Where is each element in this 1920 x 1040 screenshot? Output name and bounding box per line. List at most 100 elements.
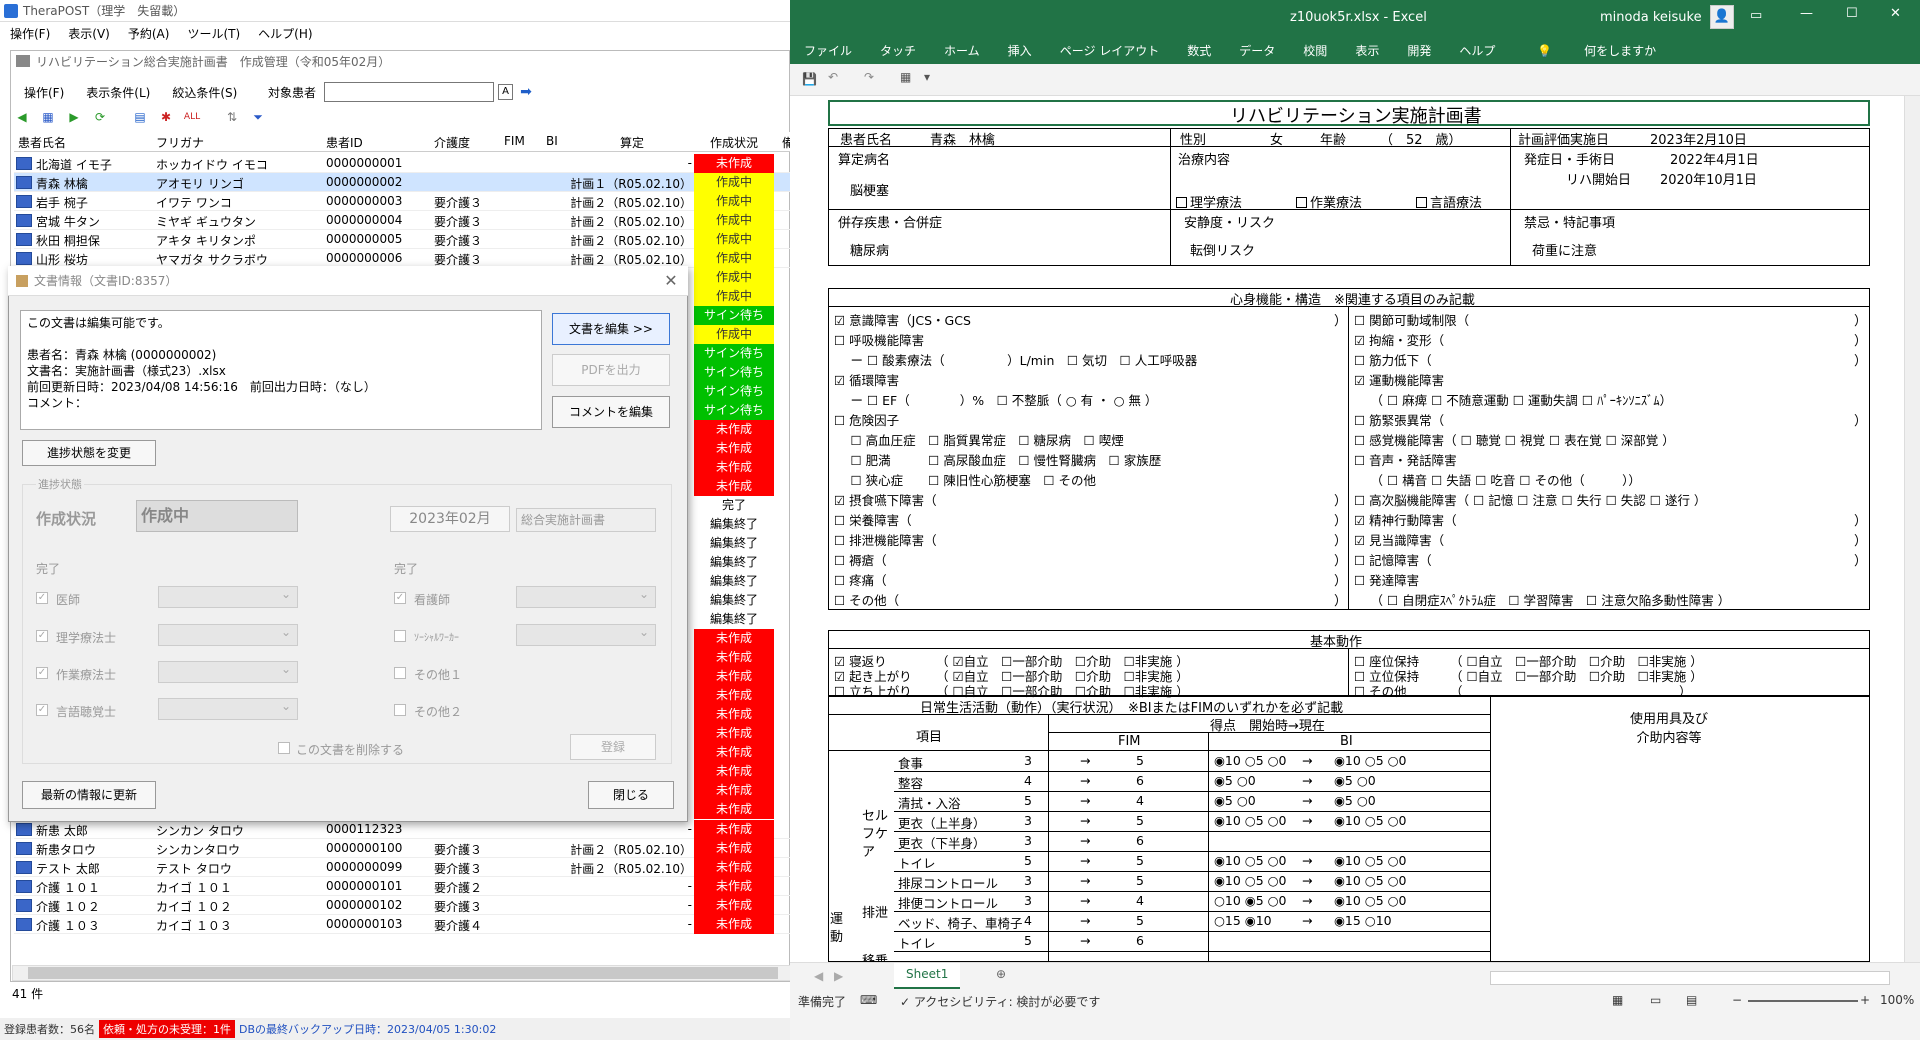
col-kana[interactable]: フリガナ xyxy=(156,134,204,151)
zoom-level[interactable]: 100% xyxy=(1880,993,1914,1007)
add-sheet-icon[interactable]: ⊕ xyxy=(996,967,1006,981)
adl-cell[interactable]: → xyxy=(1302,913,1312,928)
situation-select[interactable]: 作成中 xyxy=(136,500,298,532)
adl-cell[interactable]: ◉10 ○5 ○0 xyxy=(1334,813,1406,828)
table-row[interactable]: 介護 １０１ カイゴ １０１ 0000000101 要介護２ - 未作成 xyxy=(14,877,794,896)
treat-ot[interactable]: 作業療法 xyxy=(1296,192,1362,211)
sheet1-tab[interactable]: Sheet1 xyxy=(894,963,961,989)
body-function-item[interactable]: ☐ 高次脳機能障害（ ☐ 記憶 ☐ 注意 ☐ 失行 ☐ 失認 ☐ 遂行 ） xyxy=(1354,490,1706,509)
table-row[interactable]: テスト 太郎 テスト タロウ 0000000099 要介護３ 計画２（R05.02.10… xyxy=(14,858,794,877)
grid-view-icon[interactable]: ▤ xyxy=(132,109,148,125)
pt-select[interactable] xyxy=(158,624,298,646)
filter-icon[interactable]: ⏷ xyxy=(250,109,266,125)
sw-select[interactable] xyxy=(516,624,656,646)
table-row[interactable]: 新患タロウ シンカンタロウ 0000000100 要介護３ 計画２（R05.02.10）… xyxy=(14,839,794,858)
adl-cell[interactable]: ◉10 ○5 ○0 xyxy=(1334,893,1406,908)
adl-cell[interactable]: ◉5 ○0 xyxy=(1214,793,1256,808)
table-row[interactable]: 宮城 牛タン ミヤギ ギュウタン 0000000004 要介護３ 計画２（R05.02.… xyxy=(14,211,794,230)
close-dialog-button[interactable]: 閉じる xyxy=(588,781,674,809)
menu-tools[interactable]: ツール(T) xyxy=(187,25,240,42)
col-fim[interactable]: FIM xyxy=(504,134,525,148)
other1-checkbox[interactable] xyxy=(394,667,406,679)
customize-icon[interactable]: ▾ xyxy=(924,70,930,84)
col-name[interactable]: 患者氏名 xyxy=(18,134,66,151)
refresh-icon[interactable]: ⟳ xyxy=(92,109,108,125)
body-function-item[interactable]: ー ☐ EF（ ）% ☐ 不整脈（ ○ 有 ・ ○ 無 ） xyxy=(834,390,1157,409)
tab-insert[interactable]: 挿入 xyxy=(994,42,1046,59)
accessibility-status[interactable]: ✓ アクセシビリティ: 検討が必要です xyxy=(900,993,1100,1010)
zoom-out-icon[interactable]: − xyxy=(1732,993,1742,1007)
back-arrow-icon[interactable]: ◀ xyxy=(14,109,30,125)
excel-vscrollbar[interactable] xyxy=(1904,96,1920,962)
document-message-box[interactable]: この文書は編集可能です。 患者名：青森 林檎 (0000000002) 文書名：… xyxy=(20,310,542,430)
adl-cell[interactable]: ◉10 ○5 ○0 xyxy=(1214,853,1286,868)
st-select[interactable] xyxy=(158,698,298,720)
ot-checkbox[interactable]: ✓ xyxy=(36,667,48,679)
calendar-icon[interactable]: ▦ xyxy=(40,109,56,125)
tab-developer[interactable]: 開発 xyxy=(1393,42,1445,59)
body-function-item[interactable]: ☐ 関節可動域制限（ xyxy=(1354,310,1469,329)
adl-cell[interactable]: → xyxy=(1302,753,1312,768)
adl-cell[interactable]: → xyxy=(1302,813,1312,828)
prev-sheet-icon[interactable]: ◀ xyxy=(814,969,823,983)
body-function-item[interactable]: （ ☐ 自閉症ｽﾍﾟｸﾄﾗﾑ症 ☐ 学習障害 ☐ 注意欠陥多動性障害 ） xyxy=(1354,590,1730,609)
adl-cell[interactable]: → xyxy=(1302,873,1312,888)
adl-cell[interactable]: ○10 ◉5 ○0 xyxy=(1214,893,1286,908)
refresh-info-button[interactable]: 最新の情報に更新 xyxy=(22,781,156,809)
st-checkbox[interactable]: ✓ xyxy=(36,704,48,716)
tab-data[interactable]: データ xyxy=(1225,42,1289,59)
close-icon[interactable]: ✕ xyxy=(662,272,680,290)
adl-cell[interactable]: ◉10 ○5 ○0 xyxy=(1214,813,1286,828)
body-function-item[interactable]: （ ☐ 麻痺 ☐ 不随意運動 ☐ 運動失調 ☐ ﾊﾟｰｷﾝｿﾆｽﾞﾑ） xyxy=(1354,390,1672,409)
body-function-item[interactable]: ☐ 筋力低下（ xyxy=(1354,350,1432,369)
inner-menu-display-cond[interactable]: 表示条件(L) xyxy=(86,84,150,101)
tab-touch[interactable]: タッチ xyxy=(866,42,930,59)
output-pdf-button[interactable]: PDFを出力 xyxy=(552,354,670,386)
macro-icon[interactable]: ⌨ xyxy=(860,993,877,1007)
pt-checkbox[interactable]: ✓ xyxy=(36,630,48,642)
body-function-item[interactable]: ☐ 音声・発話障害 xyxy=(1354,450,1457,469)
adl-cell[interactable]: ◉10 ○5 ○0 xyxy=(1214,873,1286,888)
adl-cell[interactable]: ◉15 ○10 xyxy=(1334,913,1392,928)
undo-icon[interactable]: ↶ xyxy=(828,70,838,84)
edit-comment-button[interactable]: コメントを編集 xyxy=(552,396,670,428)
sheet-hscrollbar[interactable] xyxy=(1490,971,1890,985)
body-function-item[interactable]: ☐ 筋緊張異常（ xyxy=(1354,410,1444,429)
body-function-item[interactable]: ☑ 運動機能障害 xyxy=(1354,370,1444,389)
target-patient-input[interactable] xyxy=(324,82,494,102)
adl-cell[interactable]: ◉10 ○5 ○0 xyxy=(1214,753,1286,768)
edit-document-button[interactable]: 文書を編集 >> xyxy=(552,313,670,345)
change-progress-button[interactable]: 進捗状態を変更 xyxy=(22,440,156,466)
avatar[interactable]: 👤 xyxy=(1710,5,1734,29)
body-function-item[interactable]: ☐ 感覚機能障害（ ☐ 聴覚 ☐ 視覚 ☐ 表在覚 ☐ 深部覚 ） xyxy=(1354,430,1675,449)
body-function-item[interactable]: ー ☐ 酸素療法（ ）L/min ☐ 気切 ☐ 人工呼吸器 xyxy=(834,350,1197,369)
inner-menu-operation[interactable]: 操作(F) xyxy=(24,84,64,101)
register-button[interactable]: 登録 xyxy=(570,734,656,760)
adl-cell[interactable]: ◉5 ○0 xyxy=(1214,773,1256,788)
adl-cell[interactable]: ◉5 ○0 xyxy=(1334,773,1376,788)
sw-checkbox[interactable] xyxy=(394,630,406,642)
table-row[interactable]: 新患 太郎 シンカン タロウ 0000112323 - 未作成 xyxy=(14,820,794,839)
grid-hscroll-thumb[interactable] xyxy=(28,967,778,979)
body-function-item[interactable]: ☐ 危険因子 xyxy=(834,410,899,429)
body-function-item[interactable]: ☑ 見当識障害（ xyxy=(1354,530,1444,549)
tab-file[interactable]: ファイル xyxy=(790,42,866,59)
doctor-select[interactable] xyxy=(158,586,298,608)
col-id[interactable]: 患者ID xyxy=(326,134,363,151)
body-function-item[interactable]: ☐ 栄養障害（ xyxy=(834,510,912,529)
adl-cell[interactable]: → xyxy=(1302,853,1312,868)
body-function-item[interactable]: ☐ 記憶障害（ xyxy=(1354,550,1432,569)
table-row[interactable]: 青森 林檎 アオモリ リンゴ 0000000002 計画１（R05.02.10） 作成中 xyxy=(14,173,794,192)
window-close-icon[interactable]: ✕ xyxy=(1890,6,1901,21)
doctor-checkbox[interactable]: ✓ xyxy=(36,592,48,604)
treat-st-checkbox[interactable] xyxy=(1416,197,1427,208)
ribbon-display-icon[interactable]: ▭ xyxy=(1750,8,1762,23)
tab-review[interactable]: 校閲 xyxy=(1289,42,1341,59)
tab-page-layout[interactable]: ページ レイアウト xyxy=(1046,42,1174,59)
delete-checkbox[interactable] xyxy=(278,742,290,754)
treat-ot-checkbox[interactable] xyxy=(1296,197,1307,208)
kana-mode-button[interactable]: A xyxy=(498,84,513,100)
treat-st[interactable]: 言語療法 xyxy=(1416,192,1482,211)
save-icon[interactable]: 💾 xyxy=(802,72,817,86)
tell-me-box[interactable]: 💡 何をしますか xyxy=(1509,42,1684,59)
